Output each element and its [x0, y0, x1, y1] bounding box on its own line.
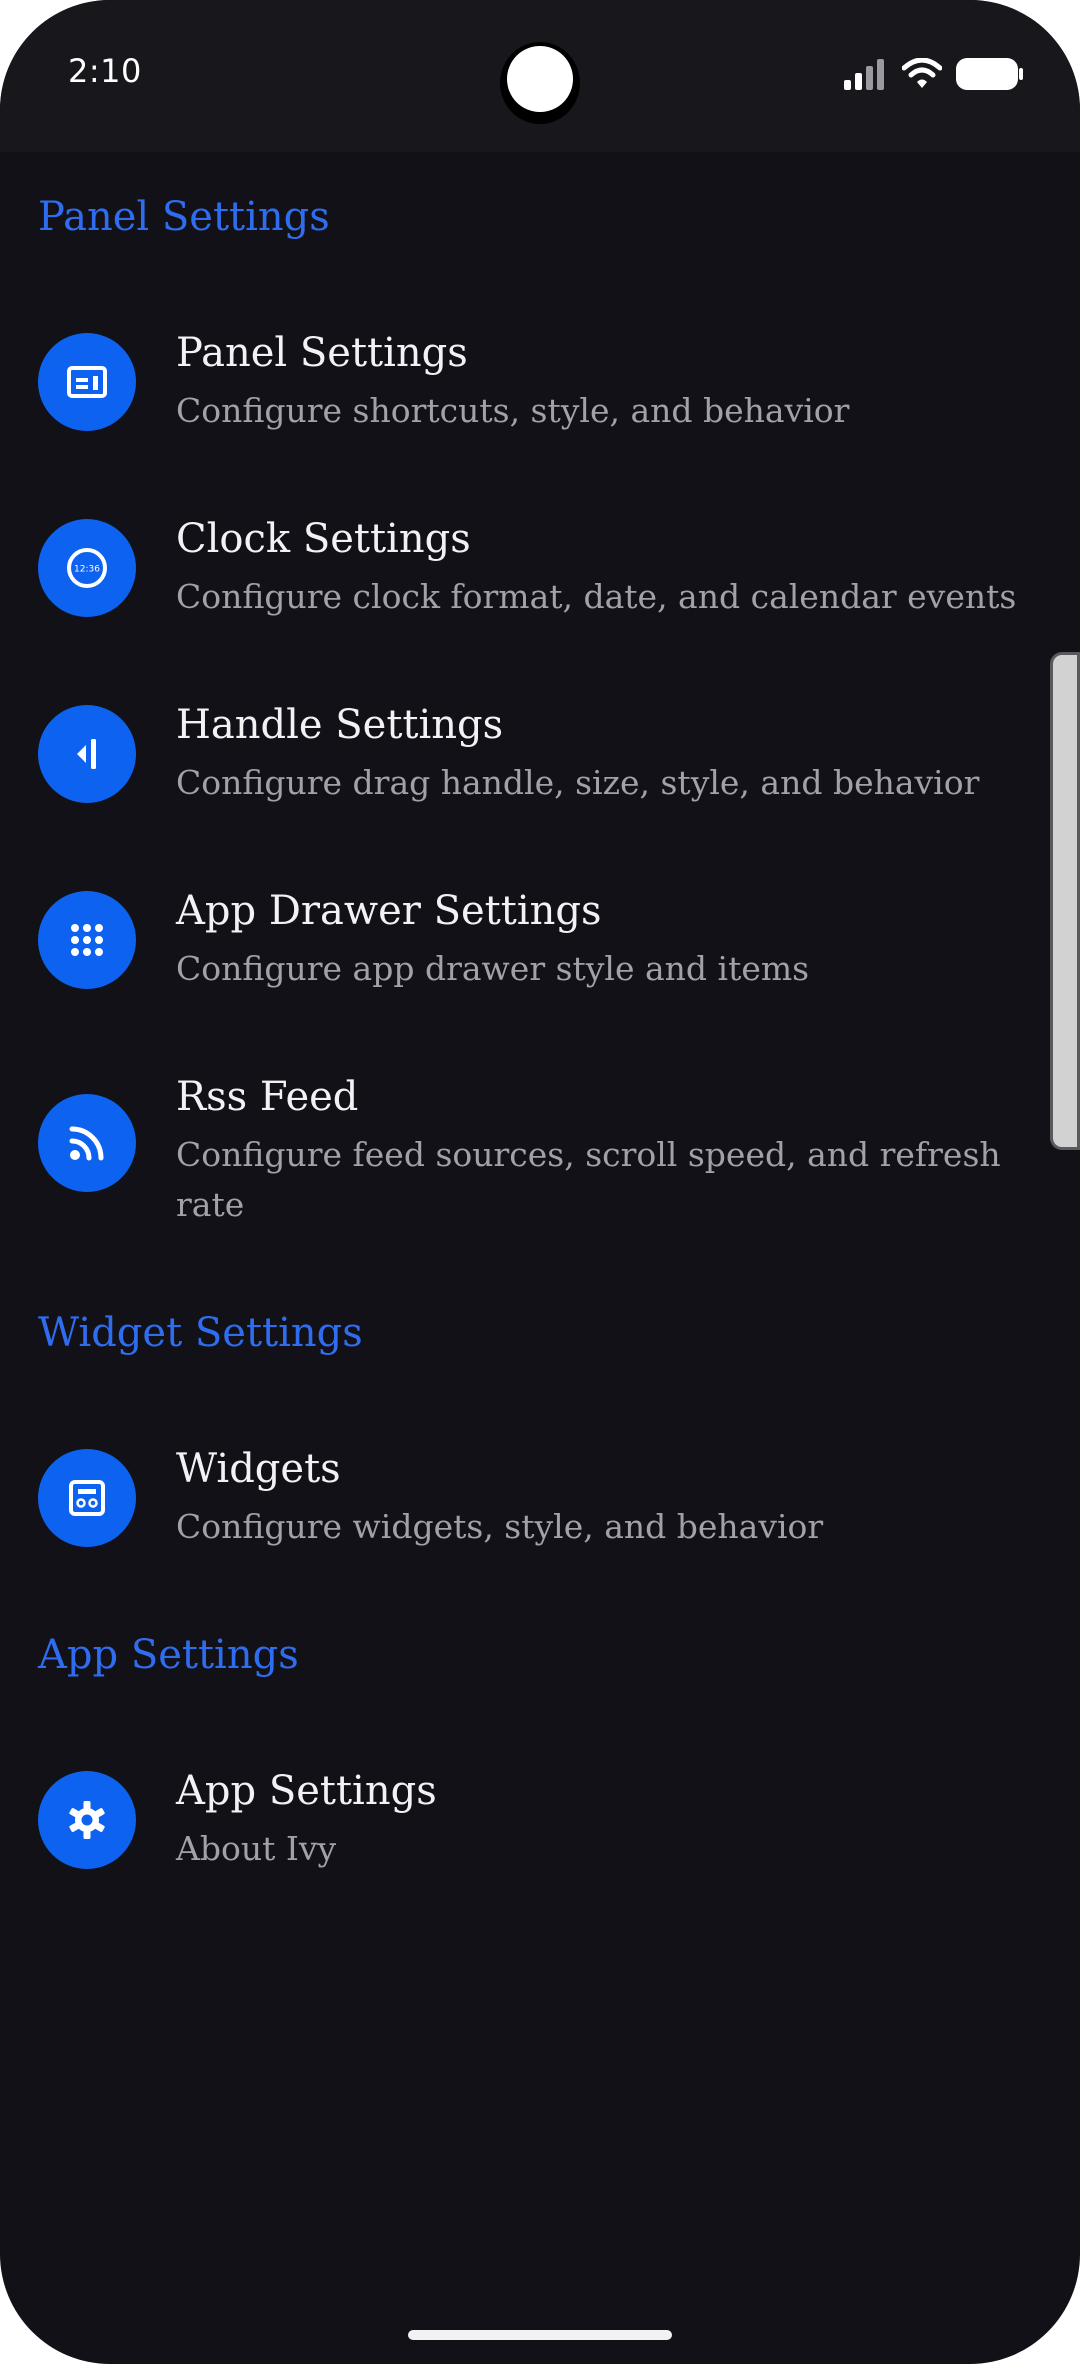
- settings-item-widgets[interactable]: Widgets Configure widgets, style, and be…: [0, 1442, 1050, 1592]
- section-header-panel-settings: Panel Settings: [38, 194, 330, 240]
- settings-item-title: Clock Settings: [176, 516, 471, 562]
- battery-icon: [956, 57, 1024, 91]
- front-camera: [500, 42, 580, 124]
- settings-item-rss-feed[interactable]: Rss Feed Configure feed sources, scroll …: [0, 1070, 1050, 1260]
- settings-item-title: Widgets: [176, 1446, 341, 1492]
- settings-item-panel[interactable]: Panel Settings Configure shortcuts, styl…: [0, 326, 1050, 476]
- clock-icon: 12:36: [38, 519, 136, 617]
- handle-icon: [38, 705, 136, 803]
- section-header-app-settings: App Settings: [38, 1632, 299, 1678]
- settings-item-subtitle: Configure drag handle, size, style, and …: [176, 763, 980, 802]
- panel-icon: [38, 333, 136, 431]
- settings-item-app-drawer[interactable]: App Drawer Settings Configure app drawer…: [0, 884, 1050, 1034]
- scrollbar-thumb[interactable]: [1050, 652, 1080, 1150]
- camera-lens: [507, 46, 573, 112]
- settings-item-title: Rss Feed: [176, 1074, 359, 1120]
- settings-item-clock[interactable]: 12:36 Clock Settings Configure clock for…: [0, 512, 1050, 662]
- settings-item-title: App Drawer Settings: [176, 888, 602, 934]
- settings-item-handle[interactable]: Handle Settings Configure drag handle, s…: [0, 698, 1050, 848]
- widget-icon: [38, 1449, 136, 1547]
- signal-icon: [844, 58, 888, 90]
- clock-icon-text: 12:36: [74, 565, 100, 575]
- status-icons: [844, 56, 1024, 92]
- settings-item-subtitle: Configure clock format, date, and calend…: [176, 577, 1017, 616]
- status-time: 2:10: [68, 52, 142, 90]
- settings-item-title: Handle Settings: [176, 702, 504, 748]
- home-indicator[interactable]: [408, 2330, 672, 2340]
- wifi-icon: [902, 58, 942, 90]
- phone-screen: 2:10 Panel Settings Panel Settings Confi…: [0, 0, 1080, 2364]
- status-bar: 2:10: [0, 0, 1080, 152]
- settings-item-subtitle: Configure shortcuts, style, and behavior: [176, 391, 850, 430]
- settings-item-subtitle: About Ivy: [176, 1829, 337, 1868]
- grid-icon: [38, 891, 136, 989]
- section-header-widget-settings: Widget Settings: [38, 1310, 363, 1356]
- settings-item-subtitle: Configure app drawer style and items: [176, 949, 810, 988]
- settings-item-app-settings[interactable]: App Settings About Ivy: [0, 1764, 1050, 1914]
- settings-item-subtitle: Configure feed sources, scroll speed, an…: [176, 1135, 1001, 1224]
- settings-item-subtitle: Configure widgets, style, and behavior: [176, 1507, 824, 1546]
- settings-item-title: Panel Settings: [176, 330, 468, 376]
- settings-item-title: App Settings: [176, 1768, 437, 1814]
- rss-icon: [38, 1094, 136, 1192]
- gear-icon: [38, 1771, 136, 1869]
